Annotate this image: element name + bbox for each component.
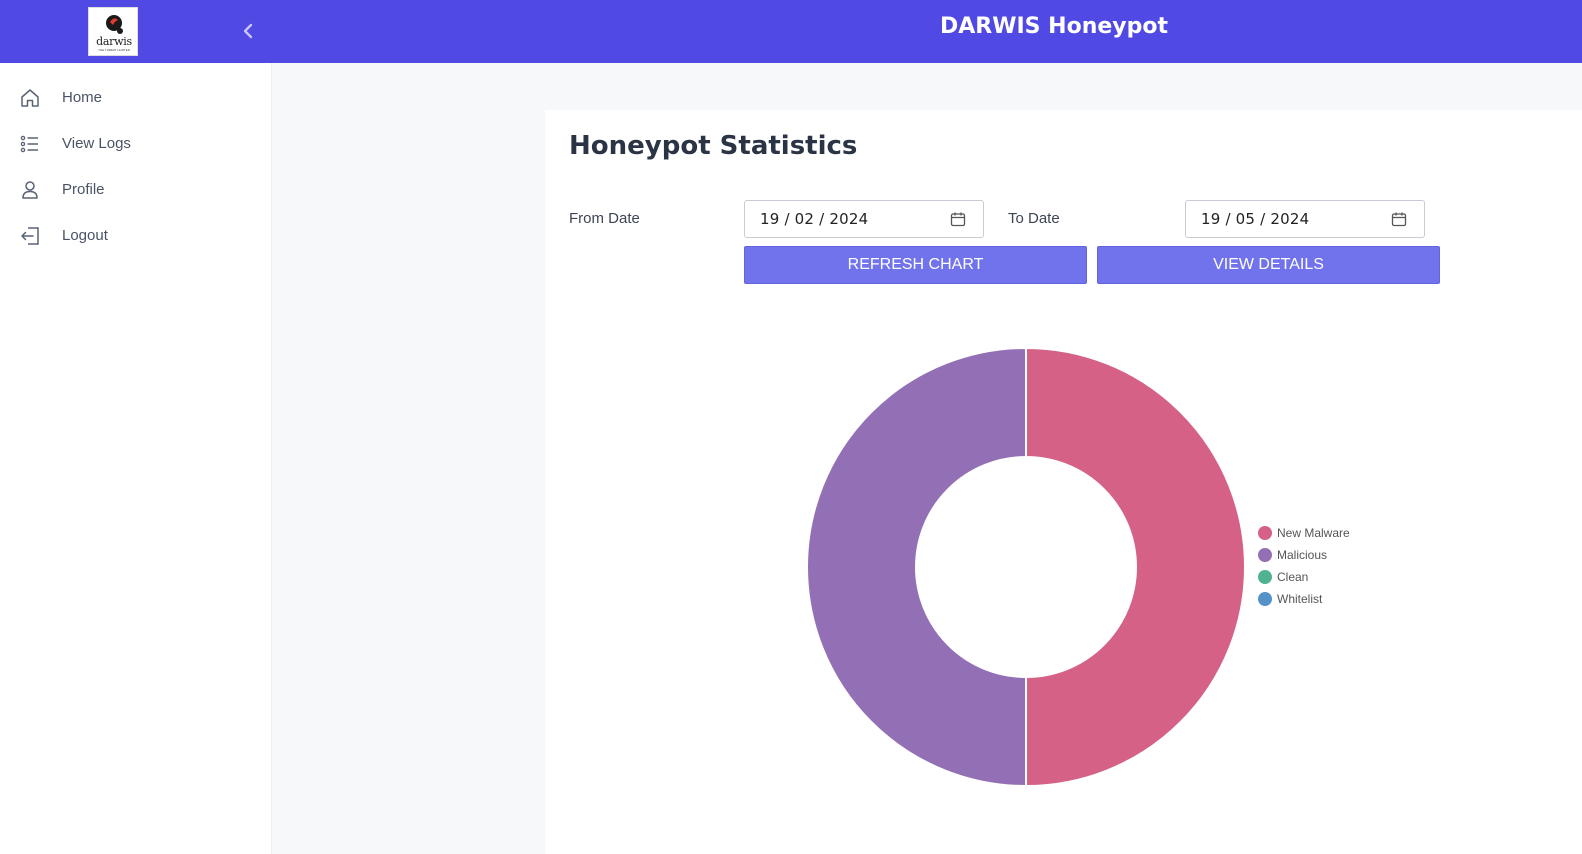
from-date-label: From Date <box>569 210 640 227</box>
logo-text: darwis <box>96 35 132 48</box>
legend-label: Malicious <box>1277 548 1328 562</box>
darwis-logo[interactable]: darwis THE THREAT HUNTER <box>88 7 138 56</box>
page-title: Honeypot Statistics <box>569 131 858 161</box>
user-icon <box>22 181 38 199</box>
sidebar-item-label: View Logs <box>62 135 131 152</box>
sidebar: Home View Logs Profile Logout <box>0 63 272 854</box>
slice-new-malware[interactable] <box>1025 346 1246 788</box>
legend-label: Whitelist <box>1277 592 1323 606</box>
legend-swatch <box>1258 526 1272 540</box>
sidebar-item-label: Home <box>62 89 103 106</box>
chevron-left-icon <box>243 23 253 39</box>
sidebar-item-logout[interactable]: Logout <box>0 216 272 256</box>
top-bar: darwis THE THREAT HUNTER DARWIS Honeypot <box>0 0 1582 63</box>
logo-mark-icon <box>106 15 123 34</box>
doughnut-chart <box>806 346 1246 788</box>
to-date-value: 19 / 05 / 2024 <box>1201 210 1310 228</box>
sidebar-item-view-logs[interactable]: View Logs <box>0 124 272 164</box>
slice-malicious[interactable] <box>806 346 1027 788</box>
home-icon <box>21 89 39 107</box>
sidebar-item-label: Logout <box>62 227 108 244</box>
to-date-label: To Date <box>1008 210 1060 227</box>
logout-icon <box>21 227 39 245</box>
collapse-sidebar-button[interactable] <box>238 20 258 42</box>
logo-subtext: THE THREAT HUNTER <box>98 48 130 52</box>
sidebar-item-label: Profile <box>62 181 105 198</box>
sidebar-item-profile[interactable]: Profile <box>0 170 272 210</box>
legend-label: New Malware <box>1277 526 1350 540</box>
refresh-chart-button[interactable]: REFRESH CHART <box>744 246 1087 284</box>
list-icon <box>20 135 38 153</box>
view-details-button[interactable]: VIEW DETAILS <box>1097 246 1440 284</box>
legend-swatch <box>1258 592 1272 606</box>
from-date-value: 19 / 02 / 2024 <box>760 210 869 228</box>
sidebar-item-home[interactable]: Home <box>0 78 272 118</box>
calendar-icon[interactable] <box>950 211 966 227</box>
legend-swatch <box>1258 570 1272 584</box>
legend-label: Clean <box>1277 570 1309 584</box>
app-title: DARWIS Honeypot <box>940 14 1169 39</box>
to-date-input[interactable]: 19 / 05 / 2024 <box>1185 200 1425 238</box>
legend-swatch <box>1258 548 1272 562</box>
from-date-input[interactable]: 19 / 02 / 2024 <box>744 200 984 238</box>
calendar-icon[interactable] <box>1391 211 1407 227</box>
